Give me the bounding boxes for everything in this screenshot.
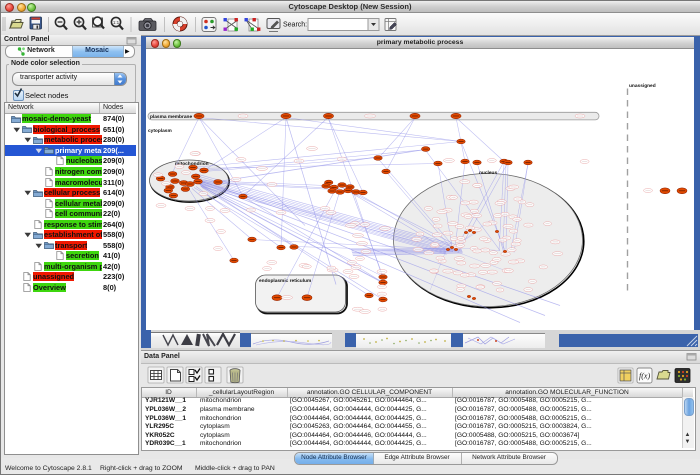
svg-text:nucleus: nucleus: [479, 170, 497, 176]
svg-text:endoplasmic reticulum: endoplasmic reticulum: [259, 278, 311, 284]
svg-text:Search:: Search:: [283, 22, 307, 29]
svg-text:cytoplasm: cytoplasm: [148, 128, 172, 134]
svg-text:unassigned: unassigned: [629, 83, 656, 89]
svg-text:1:1: 1:1: [113, 20, 120, 25]
svg-text:f(x): f(x): [639, 372, 650, 381]
svg-text:plasma membrane: plasma membrane: [150, 113, 192, 119]
